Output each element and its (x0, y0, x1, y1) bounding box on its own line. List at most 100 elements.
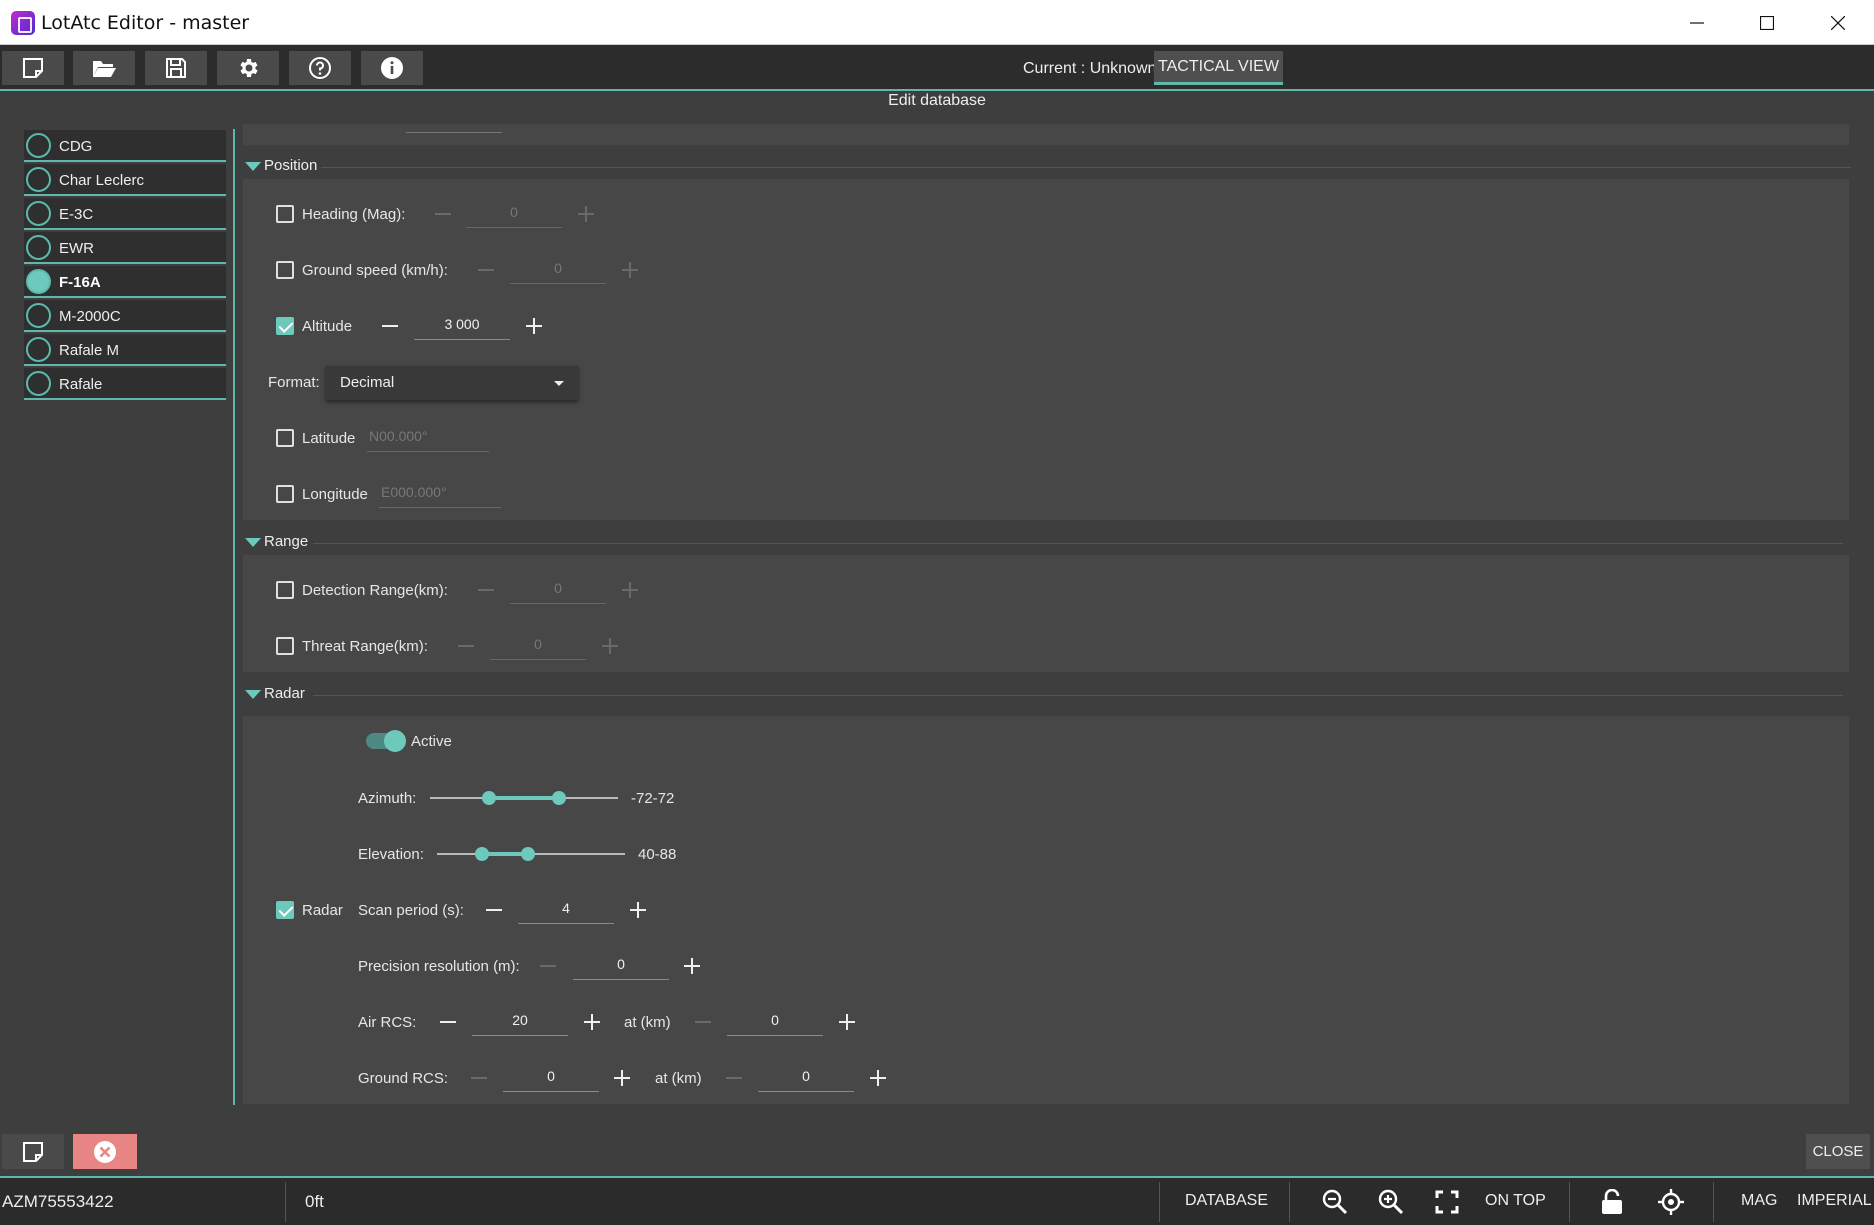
open-button[interactable] (73, 51, 135, 85)
ground-rcs-input[interactable]: 0 (503, 1064, 599, 1092)
close-window-button[interactable] (1803, 0, 1873, 45)
heading-checkbox[interactable] (276, 205, 294, 223)
list-item-cdg[interactable]: CDG (24, 130, 226, 162)
latitude-label: Latitude (302, 430, 356, 447)
altitude-checkbox[interactable] (276, 317, 294, 335)
list-item-char-leclerc[interactable]: Char Leclerc (24, 164, 226, 196)
lock-button[interactable] (1597, 1187, 1627, 1217)
ground-speed-input[interactable]: 0 (510, 256, 606, 284)
radio-button-selected[interactable] (26, 269, 51, 294)
new-entry-button[interactable] (2, 1134, 64, 1169)
radio-button[interactable] (26, 235, 51, 260)
altitude-label: Altitude (302, 318, 353, 335)
database-button[interactable]: DATABASE (1185, 1192, 1268, 1210)
list-item-label: E-3C (59, 206, 94, 223)
detection-range-increment[interactable] (620, 580, 640, 600)
delete-entry-button[interactable] (73, 1134, 137, 1169)
elevation-slider[interactable] (437, 844, 625, 864)
precision-input[interactable]: 0 (573, 952, 669, 980)
altitude-input[interactable]: 3 000 (414, 312, 510, 340)
close-icon (1831, 15, 1845, 30)
detection-range-checkbox[interactable] (276, 581, 294, 599)
center-button[interactable] (1656, 1187, 1686, 1217)
heading-input[interactable]: 0 (466, 200, 562, 228)
list-item-f-16a[interactable]: F-16A (24, 266, 226, 298)
list-item-label: Rafale (59, 376, 103, 393)
air-rcs-at-input[interactable]: 0 (727, 1008, 823, 1036)
latitude-checkbox[interactable] (276, 429, 294, 447)
new-button[interactable] (2, 51, 64, 85)
maximize-button[interactable] (1732, 0, 1802, 45)
ground-speed-decrement[interactable] (476, 260, 496, 280)
radio-button[interactable] (26, 167, 51, 192)
new-file-icon (23, 1141, 43, 1162)
scan-period-input[interactable]: 4 (518, 896, 614, 924)
list-item-m-2000c[interactable]: M-2000C (24, 300, 226, 332)
scan-period-increment[interactable] (628, 900, 648, 920)
threat-range-input[interactable]: 0 (490, 632, 586, 660)
radar-checkbox[interactable] (276, 901, 294, 919)
on-top-button[interactable]: ON TOP (1485, 1192, 1546, 1210)
latitude-input[interactable]: N00.000° (367, 424, 489, 452)
radio-button[interactable] (26, 133, 51, 158)
detection-range-decrement[interactable] (476, 580, 496, 600)
precision-decrement[interactable] (538, 956, 558, 976)
altitude-increment[interactable] (524, 316, 544, 336)
list-item-ewr[interactable]: EWR (24, 232, 226, 264)
divider (285, 1182, 286, 1222)
detection-range-input[interactable]: 0 (510, 576, 606, 604)
settings-button[interactable] (217, 51, 279, 85)
radio-button[interactable] (26, 371, 51, 396)
air-rcs-increment[interactable] (582, 1012, 602, 1032)
slider-thumb-max[interactable] (552, 791, 566, 805)
list-item-e-3c[interactable]: E-3C (24, 198, 226, 230)
zoom-in-button[interactable] (1376, 1187, 1406, 1217)
threat-range-checkbox[interactable] (276, 637, 294, 655)
radio-button[interactable] (26, 337, 51, 362)
format-dropdown[interactable]: Decimal (326, 366, 578, 400)
tactical-view-button[interactable]: TACTICAL VIEW (1154, 51, 1283, 85)
threat-range-increment[interactable] (600, 636, 620, 656)
air-rcs-input[interactable]: 20 (472, 1008, 568, 1036)
scan-period-decrement[interactable] (484, 900, 504, 920)
help-button[interactable] (289, 51, 351, 85)
info-button[interactable] (361, 51, 423, 85)
radio-button[interactable] (26, 303, 51, 328)
save-button[interactable] (145, 51, 207, 85)
azimuth-slider[interactable] (430, 788, 618, 808)
air-rcs-at-increment[interactable] (837, 1012, 857, 1032)
air-rcs-at-decrement[interactable] (693, 1012, 713, 1032)
zoom-out-button[interactable] (1320, 1187, 1350, 1217)
ground-rcs-decrement[interactable] (469, 1068, 489, 1088)
slider-thumb-min[interactable] (482, 791, 496, 805)
ground-rcs-at-increment[interactable] (868, 1068, 888, 1088)
heading-decrement[interactable] (433, 204, 453, 224)
list-item-rafale[interactable]: Rafale (24, 368, 226, 400)
elevation-label: Elevation: (358, 846, 424, 863)
fullscreen-button[interactable] (1432, 1187, 1462, 1217)
delete-icon (94, 1140, 116, 1163)
ground-speed-checkbox[interactable] (276, 261, 294, 279)
longitude-input[interactable]: E000.000° (379, 480, 501, 508)
threat-range-decrement[interactable] (456, 636, 476, 656)
active-toggle[interactable] (366, 730, 406, 752)
ground-rcs-at-input[interactable]: 0 (758, 1064, 854, 1092)
mag-button[interactable]: MAG (1741, 1192, 1777, 1210)
toggle-knob[interactable] (384, 730, 406, 752)
heading-increment[interactable] (576, 204, 596, 224)
radio-button[interactable] (26, 201, 51, 226)
list-item-rafale-m[interactable]: Rafale M (24, 334, 226, 366)
window-title: LotAtc Editor - master (41, 12, 250, 34)
ground-rcs-at-decrement[interactable] (724, 1068, 744, 1088)
longitude-checkbox[interactable] (276, 485, 294, 503)
ground-rcs-increment[interactable] (612, 1068, 632, 1088)
air-rcs-decrement[interactable] (438, 1012, 458, 1032)
minimize-button[interactable] (1662, 0, 1732, 45)
precision-increment[interactable] (682, 956, 702, 976)
ground-speed-increment[interactable] (620, 260, 640, 280)
slider-thumb-max[interactable] (521, 847, 535, 861)
imperial-button[interactable]: IMPERIAL (1797, 1192, 1872, 1210)
slider-thumb-min[interactable] (475, 847, 489, 861)
altitude-decrement[interactable] (380, 316, 400, 336)
close-button[interactable]: CLOSE (1806, 1134, 1870, 1169)
